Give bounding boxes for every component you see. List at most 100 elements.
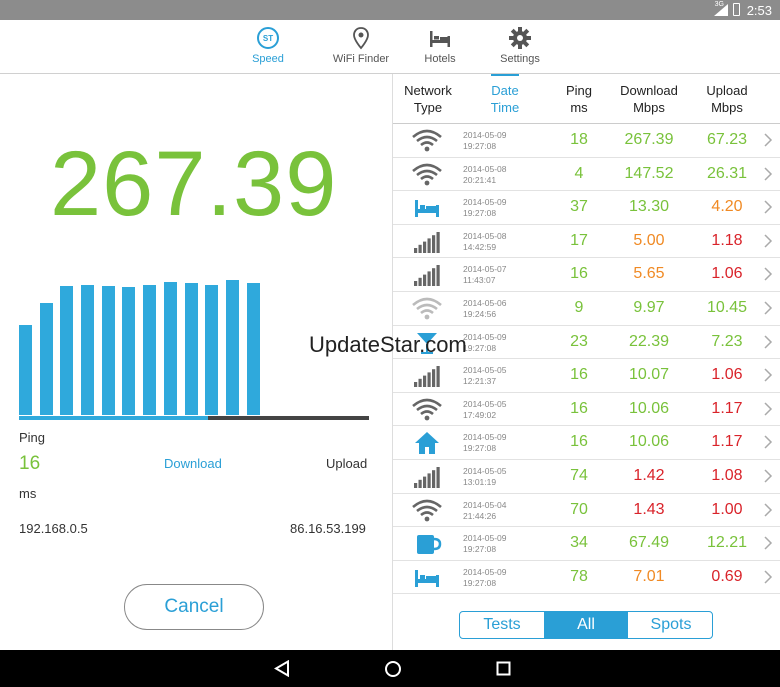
row-ping: 70: [570, 500, 588, 518]
chevron-right-icon: [764, 234, 773, 248]
column-header-datetime[interactable]: Date Time: [475, 82, 535, 116]
column-header-download-line2: Mbps: [633, 100, 665, 115]
clock: 2:53: [746, 3, 772, 18]
chevron-right-icon: [764, 503, 773, 517]
column-header-download[interactable]: Download Mbps: [609, 82, 689, 116]
table-row[interactable]: 2014-05-08 20:21:41 4 147.52 26.31: [393, 158, 780, 192]
watermark: UpdateStar.com: [309, 332, 467, 357]
cell-signal-icon: [411, 363, 443, 389]
tab-settings-label: Settings: [500, 53, 540, 65]
speed-bar: [39, 303, 53, 415]
home-icon: [411, 430, 443, 456]
table-row[interactable]: 2014-05-09 19:27:08 16 10.06 1.17: [393, 426, 780, 460]
row-download: 267.39: [624, 131, 674, 148]
row-download: 5.00: [633, 231, 665, 249]
speed-bar: [60, 285, 74, 415]
row-upload: 0.69: [711, 567, 743, 585]
row-download: 10.06: [628, 433, 670, 451]
row-time: 11:43:07: [463, 275, 496, 286]
column-header-network-line2: Type: [413, 100, 443, 115]
chevron-right-icon: [764, 570, 773, 584]
filter-all[interactable]: All: [544, 612, 628, 638]
row-ping: 78: [570, 567, 588, 585]
tab-speed[interactable]: ST Speed: [228, 26, 308, 65]
column-header-ping-line2: ms: [570, 100, 588, 115]
row-datetime: 2014-05-04 21:44:26: [463, 500, 506, 522]
row-time: 19:27:08: [463, 141, 497, 151]
row-time: 19:27:08: [463, 208, 497, 219]
row-time: 19:27:08: [463, 544, 497, 555]
row-date: 2014-05-08: [463, 163, 507, 174]
table-row[interactable]: 2014-05-04 21:44:26 70 1.43 1.00: [393, 494, 780, 528]
speed-bar: [143, 284, 157, 415]
wifi-icon: [411, 128, 443, 154]
table-row[interactable]: 2014-05-06 19:24:56 9 9.97 10.45: [393, 292, 780, 326]
row-upload: 1.08: [711, 467, 743, 484]
table-row[interactable]: 2014-05-09 19:27:08 37 13.30 4.20: [393, 191, 780, 225]
wifi-icon: [411, 397, 443, 423]
row-download: 13.30: [628, 198, 670, 216]
table-row[interactable]: 2014-05-07 11:43:07 16 5.65 1.06: [393, 258, 780, 292]
tab-hotels[interactable]: Hotels: [400, 26, 480, 65]
row-time: 19:27:08: [463, 577, 497, 588]
table-row[interactable]: 2014-05-08 14:42:59 17 5.00 1.18: [393, 225, 780, 259]
ping-value: 16: [19, 453, 41, 474]
table-row[interactable]: 2014-05-05 12:21:37 16 10.07 1.06: [393, 359, 780, 393]
table-row[interactable]: 2014-05-09 19:27:08 78 7.01 0.69: [393, 561, 780, 595]
column-header-network[interactable]: Network Type: [397, 82, 459, 116]
back-icon[interactable]: [274, 660, 290, 677]
home-button-icon[interactable]: [384, 660, 402, 678]
row-ping: 37: [570, 198, 588, 216]
row-download: 10.06: [628, 399, 670, 417]
row-datetime: 2014-05-09 19:27:08: [463, 567, 506, 589]
row-upload: 4.20: [711, 198, 743, 216]
chevron-right-icon: [764, 435, 773, 449]
tab-settings[interactable]: Settings: [480, 26, 560, 65]
chevron-right-icon: [764, 402, 773, 416]
chevron-right-icon: [764, 469, 773, 483]
row-ping: 17: [570, 231, 588, 249]
row-datetime: 2014-05-09 19:27:08: [463, 130, 506, 152]
row-download: 1.43: [633, 500, 665, 518]
column-header-ping[interactable]: Ping ms: [551, 82, 607, 116]
column-header-upload[interactable]: Upload Mbps: [691, 82, 763, 116]
row-upload: 1.18: [711, 231, 743, 249]
cell-signal-icon: [411, 229, 443, 255]
results-table-header: Network Type Date Time Ping ms Download …: [393, 74, 780, 124]
filter-tests[interactable]: Tests: [460, 612, 544, 638]
row-time: 13:01:19: [463, 477, 497, 487]
location-pin-icon: [353, 27, 369, 50]
top-navigation: ST Speed WiFi Finder Hotels Settings: [0, 20, 780, 74]
row-ping: 4: [574, 164, 584, 182]
row-date: 2014-05-06: [463, 298, 507, 308]
row-ping: 16: [570, 265, 588, 283]
row-upload: 26.31: [706, 164, 748, 182]
cell-signal-icon: [411, 262, 443, 288]
row-upload: 1.17: [711, 433, 743, 451]
row-date: 2014-05-07: [463, 264, 507, 275]
server-ip: 86.16.53.199: [290, 521, 366, 536]
svg-text:ST: ST: [263, 34, 273, 43]
table-row[interactable]: 2014-05-05 13:01:19 74 1.42 1.08: [393, 460, 780, 494]
row-upload: 7.23: [711, 332, 743, 350]
speed-bar: [246, 283, 260, 415]
column-header-datetime-line1: Date: [491, 83, 519, 98]
filter-spots[interactable]: Spots: [628, 612, 712, 638]
sort-indicator: [491, 74, 519, 76]
table-row[interactable]: 2014-05-05 17:49:02 16 10.06 1.17: [393, 393, 780, 427]
row-download: 67.49: [628, 534, 670, 552]
table-row[interactable]: 2014-05-09 19:27:08 18 267.39 67.23: [393, 124, 780, 158]
chevron-right-icon: [764, 200, 773, 214]
row-download: 22.39: [628, 332, 670, 350]
chevron-right-icon: [764, 301, 773, 315]
row-time: 14:42:59: [463, 241, 497, 252]
tab-wifi-finder[interactable]: WiFi Finder: [321, 26, 401, 65]
bed-icon: [411, 195, 443, 221]
tab-speed-label: Speed: [252, 53, 284, 65]
column-header-upload-line2: Mbps: [711, 100, 743, 115]
table-row[interactable]: 2014-05-09 19:27:08 34 67.49 12.21: [393, 527, 780, 561]
row-download: 147.52: [624, 164, 674, 182]
row-download: 1.42: [633, 467, 665, 484]
recents-icon[interactable]: [496, 661, 511, 676]
cancel-button[interactable]: Cancel: [124, 584, 264, 630]
